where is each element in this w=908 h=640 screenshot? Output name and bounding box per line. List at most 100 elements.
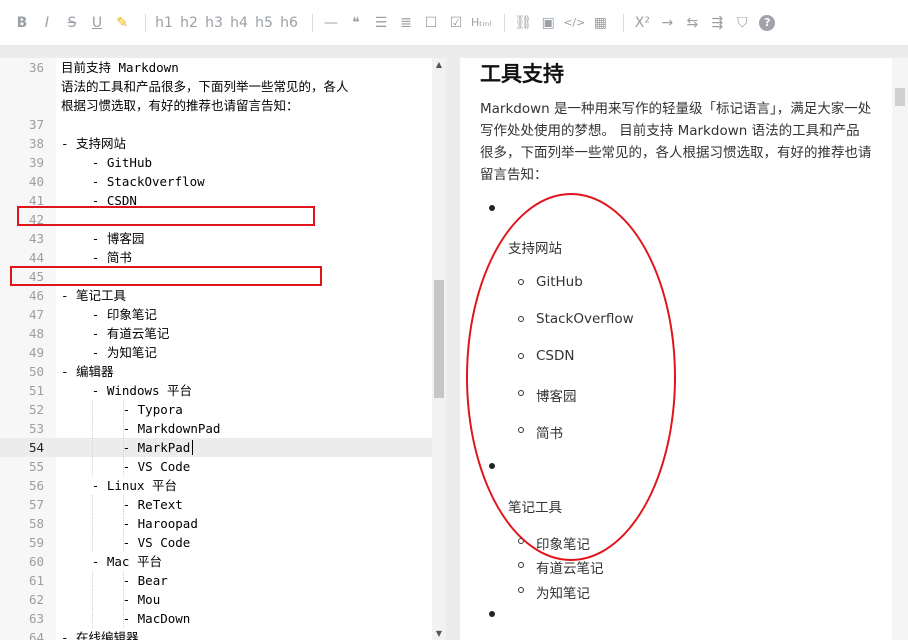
editor-line[interactable]: 54 - MarkPad (0, 438, 432, 457)
editor-line[interactable]: 语法的工具和产品很多，下面列举一些常见的，各人 (0, 77, 432, 96)
table-button[interactable]: ▦ (590, 12, 610, 34)
indent-guide (92, 571, 93, 590)
editor-line[interactable]: 38 - 支持网站 (0, 134, 432, 153)
line-text: 语法的工具和产品很多，下面列举一些常见的，各人 (61, 79, 349, 94)
editor-line[interactable]: 43 - 博客园 (0, 229, 432, 248)
help-icon: ? (759, 14, 776, 31)
indent-guide (122, 590, 124, 609)
editor-line[interactable]: 62 - Mou (0, 590, 432, 609)
indent-guide (92, 609, 93, 628)
scroll-up-icon[interactable]: ▲ (434, 60, 444, 69)
bold-button[interactable]: B (12, 12, 32, 34)
line-number: 51 (28, 383, 44, 398)
sync-scroll-button[interactable]: ⇆ (682, 12, 702, 34)
quote-icon: ❝ (352, 14, 360, 31)
code-button[interactable]: </> (563, 12, 585, 34)
editor-line[interactable]: 61 - Bear (0, 571, 432, 590)
editor-line[interactable]: 39 - GitHub (0, 153, 432, 172)
h4-button[interactable]: h4 (229, 12, 249, 34)
line-text: - 笔记工具 (61, 288, 127, 303)
arrow-button[interactable]: → (657, 12, 677, 34)
line-text: - 简书 (91, 250, 132, 265)
editor-scrollbar[interactable]: ▲ ▼ (432, 58, 446, 640)
link-button[interactable]: ⛓ (513, 12, 533, 34)
h5-button[interactable]: h5 (254, 12, 274, 34)
editor-line[interactable]: 40 - StackOverflow (0, 172, 432, 191)
editor-line[interactable]: 47 - 印象笔记 (0, 305, 432, 324)
editor-line[interactable]: 55 - VS Code (0, 457, 432, 476)
editor-line[interactable]: 57 - ReText (0, 495, 432, 514)
toolbar-separator (623, 13, 625, 32)
editor-line[interactable]: 60 - Mac 平台 (0, 552, 432, 571)
bullet-disc-icon (489, 205, 495, 211)
image-button[interactable]: ▣ (538, 12, 558, 34)
html-button[interactable]: Hₜₘₗ (471, 12, 491, 34)
editor-line[interactable]: 50 - 编辑器 (0, 362, 432, 381)
highlight-button[interactable]: ✎ (112, 12, 132, 34)
preview-list-item: 为知笔记 (536, 586, 590, 602)
underline-button[interactable]: U (87, 12, 107, 34)
editor-line[interactable]: 48 - 有道云笔记 (0, 324, 432, 343)
checked-checkbox-button[interactable]: ☑ (446, 12, 466, 34)
editor-line[interactable]: 44 - 简书 (0, 248, 432, 267)
line-number: 49 (28, 345, 44, 360)
editor-line[interactable]: 根据习惯选取，有好的推荐也请留言告知： (0, 96, 432, 115)
h2-button[interactable]: h2 (179, 12, 199, 34)
editor-line[interactable]: 56 - Linux 平台 (0, 476, 432, 495)
line-text: - 在线编辑器 (61, 630, 139, 640)
indent-guide (92, 457, 93, 476)
quote-button[interactable]: ❝ (346, 12, 366, 34)
line-text: - MacDown (122, 611, 191, 626)
toolbar-divider (0, 46, 908, 58)
toggle-preview-button[interactable]: ⇶ (707, 12, 727, 34)
horizontal-rule-button[interactable]: — (321, 12, 341, 34)
editor-scroll-thumb[interactable] (434, 280, 444, 398)
line-text: - StackOverflow (91, 174, 205, 189)
preview-scrollbar[interactable] (892, 58, 908, 640)
editor-line[interactable]: 36 目前支持 Markdown (0, 58, 432, 77)
editor-line[interactable]: 63 - MacDown (0, 609, 432, 628)
editor-line[interactable]: 46 - 笔记工具 (0, 286, 432, 305)
bullet-disc-icon (489, 611, 495, 617)
editor-line[interactable]: 59 - VS Code (0, 533, 432, 552)
editor-line[interactable]: 64 - 在线编辑器 (0, 628, 432, 640)
line-number: 43 (28, 231, 44, 246)
indent-guide (122, 400, 124, 419)
indent-guide (122, 533, 124, 552)
checkbox-button[interactable]: ☐ (421, 12, 441, 34)
unordered-list-button[interactable]: ☰ (371, 12, 391, 34)
theme-button[interactable]: ⛉ (732, 12, 752, 34)
h3-button[interactable]: h3 (204, 12, 224, 34)
editor-line[interactable]: 52 - Typora (0, 400, 432, 419)
line-number: 57 (28, 497, 44, 512)
ordered-list-button[interactable]: ≣ (396, 12, 416, 34)
editor-line[interactable]: 37 (0, 115, 432, 134)
h6-button[interactable]: h6 (279, 12, 299, 34)
indent-guide (122, 571, 124, 590)
editor-line[interactable]: 49 - 为知笔记 (0, 343, 432, 362)
annotation-box-line-42 (17, 206, 315, 226)
line-text: - Mac 平台 (91, 554, 162, 569)
line-text: - ReText (122, 497, 183, 512)
markdown-editor[interactable]: ▲ ▼ 36 目前支持 Markdown 语法的工具和产品很多，下面列举一些常见的，… (0, 58, 446, 640)
line-number: 54 (28, 440, 44, 455)
h1-button[interactable]: h1 (154, 12, 174, 34)
table-icon: ▦ (593, 14, 607, 31)
italic-button[interactable]: I (37, 12, 57, 34)
line-number: 64 (28, 630, 44, 640)
editor-line[interactable]: 53 - MarkdownPad (0, 419, 432, 438)
preview-scroll-thumb[interactable] (895, 88, 905, 106)
line-number: 39 (28, 155, 44, 170)
editor-line[interactable]: 58 - Haroopad (0, 514, 432, 533)
line-text: - 编辑器 (61, 364, 114, 379)
strikethrough-button[interactable]: S (62, 12, 82, 34)
pane-divider[interactable] (446, 58, 460, 640)
editor-toolbar: B I S U ✎ h1 h2 h3 h4 h5 h6 — ❝ ☰ ≣ ☐ ☑ Hₜₘₗ ⛓ ▣ </> ▦ X² → ⇆ ⇶ ⛉? (0, 0, 908, 46)
superscript-button[interactable]: X² (632, 12, 652, 34)
help-button[interactable]: ? (757, 12, 777, 34)
editor-line[interactable]: 51 - Windows 平台 (0, 381, 432, 400)
indent-guide (92, 514, 93, 533)
scroll-down-icon[interactable]: ▼ (434, 629, 444, 638)
indent-guide (122, 419, 124, 438)
line-number: 55 (28, 459, 44, 474)
